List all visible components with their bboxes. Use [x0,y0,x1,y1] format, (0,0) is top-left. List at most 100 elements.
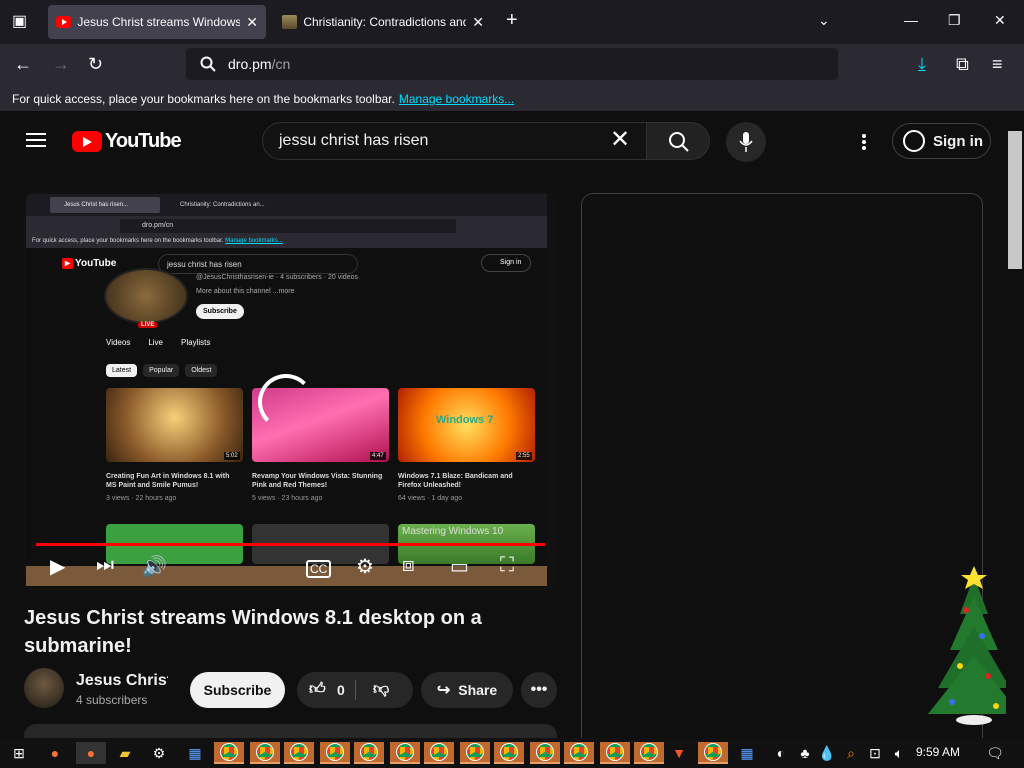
chrome-icon[interactable] [214,742,244,764]
voice-search-button[interactable] [726,122,766,162]
youtube-favicon-icon [56,16,72,28]
volume-icon[interactable]: 🔊 [142,554,167,579]
scrollbar-thumb[interactable] [1008,131,1022,269]
browser-tab-strip: ▣ Jesus Christ streams Windows 8.1 deskt… [0,0,1024,44]
video-player[interactable]: Jesus Christ has risen... Christianity: … [24,192,557,592]
chrome-icon[interactable] [284,742,314,764]
clear-search-icon[interactable]: ✕ [610,128,630,152]
file-explorer-icon[interactable]: ▰ [110,742,140,764]
manage-bookmarks-link[interactable]: Manage bookmarks... [399,92,514,106]
app-icon[interactable]: ▦ [180,742,210,764]
address-bar[interactable]: dro.pm/cn [186,48,838,80]
chrome-icon[interactable] [494,742,524,764]
hamburger-menu-icon[interactable] [26,133,46,147]
start-icon[interactable]: ⊞ [4,742,34,764]
close-window-icon[interactable]: ✕ [994,12,1006,29]
youtube-logo[interactable]: YouTube [72,130,182,153]
next-icon[interactable]: ⏭ [96,554,114,577]
captured-subscribe: Subscribe [196,304,244,319]
windows-taskbar: ⊞ ● ● ▰ ⚙ ▦ ▼ ▦ ◐ ♣ 💧 ⌕ ⊡ 🔈︎ 🗨︎ [0,738,1024,768]
subscribe-button[interactable]: Subscribe [190,672,285,708]
restore-icon[interactable]: ❐ [948,12,961,29]
chrome-icon[interactable] [354,742,384,764]
like-icon[interactable]: 👍︎ [309,680,326,699]
chrome-icon[interactable] [460,742,490,764]
browser-nav-bar: ← → ↻ dro.pm/cn ⤓ ⧉ ≡ [0,44,1024,84]
forward-icon[interactable]: → [52,54,70,74]
sign-in-label: Sign in [933,132,983,150]
side-panel [581,193,983,753]
extensions-icon[interactable]: ⧉ [956,54,969,74]
brave-icon[interactable]: ▼ [664,742,694,764]
back-icon[interactable]: ← [14,54,32,74]
captured-url: dro.pm/cn [120,219,456,233]
captured-filters: Latest Popular Oldest [106,364,218,377]
captured-thumbnail-3-text: Windows 7 [436,414,494,426]
url-text: dro.pm/cn [228,56,290,72]
tab-overview-icon[interactable]: ▣ [12,12,27,32]
firefox-icon[interactable]: ● [40,742,70,764]
download-icon[interactable]: ⤓ [918,54,926,74]
play-icon[interactable]: ▶ [50,554,65,579]
captured-video-meta-2: 5 views · 23 hours ago [252,495,323,502]
chevron-down-icon[interactable]: ⌄ [818,12,830,29]
menu-icon[interactable]: ≡ [992,54,1003,74]
firefox-active-icon[interactable]: ● [76,742,106,764]
chrome-icon[interactable] [320,742,350,764]
tab-christianity[interactable]: Christianity: Contradictions and... ✕ [274,5,492,39]
new-tab-icon[interactable]: + [506,9,518,32]
close-tab-icon[interactable]: ✕ [246,14,258,31]
like-dislike-group: 👍︎ 0 👎︎ [297,672,413,708]
settings-more-icon[interactable] [862,134,866,150]
channel-name[interactable]: Jesus Christ has risen [76,672,168,690]
chrome-icon[interactable] [390,742,420,764]
settings-icon[interactable]: ⚙ [144,742,174,764]
channel-avatar[interactable] [24,668,64,708]
search-button[interactable] [646,122,710,160]
fullscreen-icon[interactable]: ⛶ [500,554,514,577]
video-progress-fill [36,543,545,546]
page-scrollbar[interactable] [1006,113,1024,740]
search-input[interactable]: jessu christ has risen [262,122,647,160]
captured-nav-bar: dro.pm/cn [26,216,547,236]
captured-video-meta-1: 3 views · 22 hours ago [106,495,177,502]
captions-icon[interactable]: CC [306,560,332,578]
captured-video-title-1: Creating Fun Art in Windows 8.1 with MS … [106,473,230,489]
chrome-icon[interactable] [530,742,560,764]
sign-in-button[interactable]: Sign in [892,123,991,159]
youtube-play-icon [72,131,102,152]
dislike-icon[interactable]: 👎︎ [373,680,389,699]
minimize-icon[interactable]: — [904,12,918,28]
video-progress-bar[interactable] [36,543,545,546]
captured-channel-avatar [104,268,188,324]
chrome-icon[interactable] [564,742,594,764]
captured-thumbnail-6-text: Mastering Windows 10 [402,526,504,537]
video-title: Jesus Christ streams Windows 8.1 desktop… [24,607,482,657]
chrome-icon[interactable] [424,742,454,764]
theater-mode-icon[interactable]: ▭ [450,554,469,579]
captured-channel-handle: @JesusChristhasrisen-ie · 4 subscribers … [196,274,358,281]
chrome-icon[interactable] [698,742,728,764]
captured-bookmarks: For quick access, place your bookmarks h… [26,236,547,248]
notifications-icon[interactable]: 🗨︎ [980,742,1010,764]
divider [355,680,356,700]
youtube-header: YouTube jessu christ has risen ✕ Sign in [0,113,1006,169]
close-tab-icon[interactable]: ✕ [472,14,484,31]
tab-youtube-video[interactable]: Jesus Christ streams Windows 8.1 desktop… [48,5,266,39]
captured-channel-meta: · 4 subscribers · 20 videos [275,274,358,281]
captured-tab-playlists: Playlists [181,338,211,347]
captured-search: jessu christ has risen [158,254,358,274]
captured-duration-1: 5:02 [224,452,240,460]
app-icon[interactable]: ▦ [732,742,762,764]
chrome-icon[interactable] [634,742,664,764]
more-actions-button[interactable]: ••• [521,672,557,708]
chrome-icon[interactable] [250,742,280,764]
miniplayer-icon[interactable]: ⧈ [402,554,415,577]
settings-gear-icon[interactable]: ⚙ [356,554,374,579]
search-icon [669,132,689,152]
chrome-icon[interactable] [600,742,630,764]
reload-icon[interactable]: ↻ [88,54,103,74]
volume-tray-icon[interactable]: 🔈︎ [884,742,914,764]
like-count: 0 [337,682,345,698]
share-button[interactable]: ↪ Share [421,672,513,708]
